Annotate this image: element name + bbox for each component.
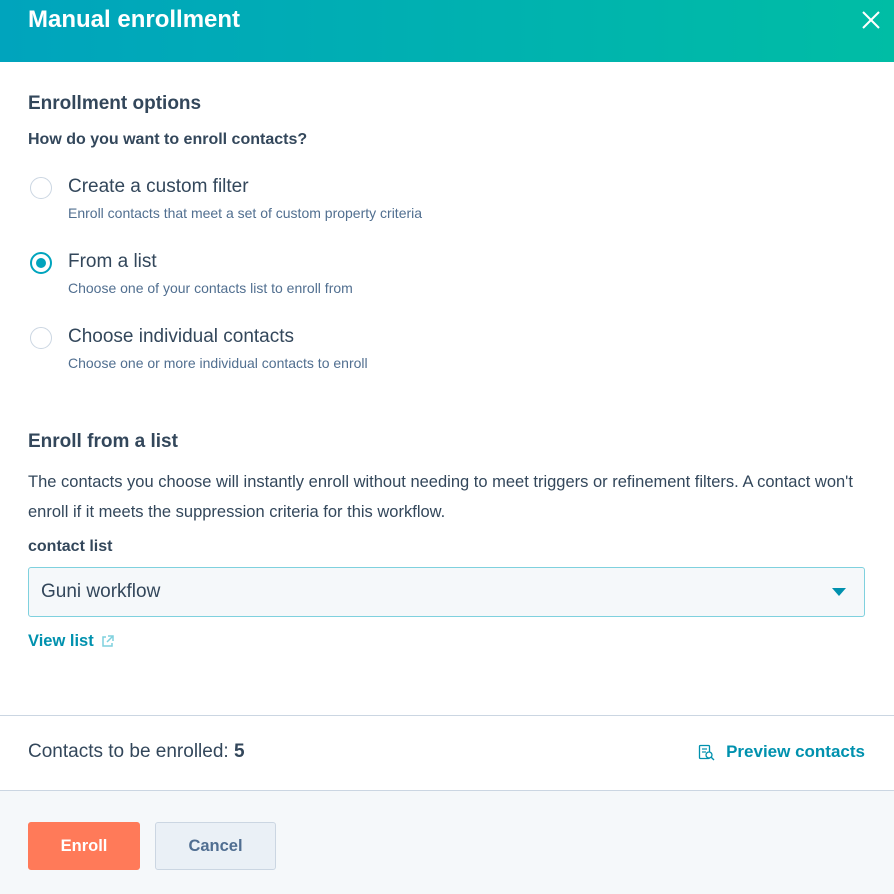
close-icon[interactable]: [860, 9, 882, 31]
preview-icon: [698, 744, 715, 760]
divider: [0, 715, 894, 716]
preview-contacts-link[interactable]: Preview contacts: [698, 742, 865, 762]
option-description: Choose one or more individual contacts t…: [68, 355, 368, 371]
view-list-label: View list: [28, 632, 94, 650]
enroll-count-label: Contacts to be enrolled:: [28, 741, 229, 762]
option-description: Choose one of your contacts list to enro…: [68, 280, 353, 296]
enroll-count-summary: Contacts to be enrolled: 5: [28, 741, 245, 763]
option-custom-filter[interactable]: Create a custom filter Enroll contacts t…: [28, 176, 628, 237]
radio-button-selected[interactable]: [30, 252, 52, 274]
enroll-from-list-heading: Enroll from a list: [28, 431, 178, 452]
option-label: From a list: [68, 251, 157, 272]
option-individual-contacts[interactable]: Choose individual contacts Choose one or…: [28, 326, 628, 387]
external-link-icon: [101, 635, 114, 647]
modal-header: Manual enrollment: [0, 0, 894, 62]
option-label: Create a custom filter: [68, 176, 249, 197]
option-from-list[interactable]: From a list Choose one of your contacts …: [28, 251, 628, 312]
modal-title: Manual enrollment: [28, 6, 241, 33]
contact-list-label: contact list: [28, 538, 113, 555]
enroll-from-list-description: The contacts you choose will instantly e…: [28, 473, 853, 521]
option-description: Enroll contacts that meet a set of custo…: [68, 205, 423, 221]
enroll-count-value: 5: [233, 741, 245, 762]
cancel-button[interactable]: Cancel: [155, 822, 276, 870]
radio-button[interactable]: [30, 327, 52, 349]
contact-list-select[interactable]: Guni workflow: [28, 567, 865, 617]
enrollment-options-heading: Enrollment options: [28, 93, 202, 114]
modal-footer: Enroll Cancel: [0, 790, 894, 894]
enroll-button[interactable]: Enroll: [28, 822, 140, 870]
enroll-question: How do you want to enroll contacts?: [28, 131, 308, 148]
preview-contacts-label: Preview contacts: [726, 742, 865, 761]
view-list-link[interactable]: View list: [28, 632, 114, 651]
radio-button[interactable]: [30, 177, 52, 199]
caret-down-icon: [832, 588, 846, 596]
contact-list-value: Guni workflow: [41, 581, 161, 602]
option-label: Choose individual contacts: [68, 326, 295, 347]
